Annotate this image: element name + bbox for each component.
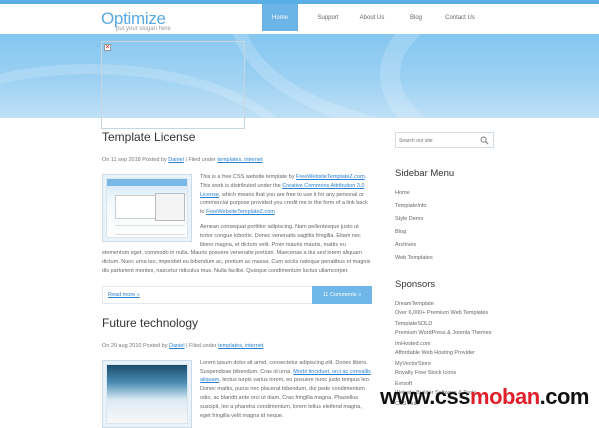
post-filed-label: | Filed under <box>184 157 218 163</box>
post-thumbnail[interactable] <box>102 360 192 428</box>
sidebar-item-style-demo[interactable]: Style Demo <box>395 215 495 228</box>
watermark-part: moban <box>470 384 540 409</box>
main-content: Template License On 11 sep 2018 Posted b… <box>102 130 372 428</box>
sidebar-menu-title: Sidebar Menu <box>395 168 495 179</box>
sponsors-title: Sponsors <box>395 279 495 290</box>
post-thumbnail[interactable] <box>102 174 192 242</box>
sidebar-item-archives[interactable]: Archives <box>395 241 495 254</box>
broken-image-icon: × <box>104 44 111 51</box>
nav-support[interactable]: Support <box>306 4 350 31</box>
nav-about-us[interactable]: About Us <box>350 4 394 31</box>
body-link[interactable]: FreeWebsiteTemplateZ.com <box>296 174 365 180</box>
sidebar-item-home[interactable]: Home <box>395 189 495 202</box>
post-date: On 29 aug 2010 Posted by <box>102 343 169 349</box>
sponsor-item[interactable]: DreamTemplate Over 6,000+ Premium Web Tem… <box>395 300 495 320</box>
post-body: This is a free CSS website template by F… <box>102 173 372 276</box>
sponsor-desc: Affordable Web Hosting Provider <box>395 349 495 358</box>
sponsor-name[interactable]: MyVectorStore <box>395 361 431 367</box>
sponsor-desc: Royalty Free Stock Icons <box>395 369 495 378</box>
comments-button[interactable]: 11 Comments » <box>312 286 372 304</box>
post-tags-link[interactable]: templates, internet <box>217 157 262 163</box>
post-text: This is a free CSS website template by <box>200 174 296 180</box>
nav-contact-us[interactable]: Contact Us <box>438 4 482 31</box>
sidebar-menu: Home TemplateInfo Style Demo Blog Archiv… <box>395 189 495 267</box>
watermark-text: www.cssmoban.com <box>380 384 589 410</box>
header: Optimize put your slogan here Home Suppo… <box>0 4 599 34</box>
search-input[interactable] <box>399 136 479 145</box>
post-meta: On 29 aug 2010 Posted by Daniel | Filed … <box>102 343 372 349</box>
post: Template License On 11 sep 2018 Posted b… <box>102 130 372 304</box>
body-link[interactable]: FreeWebsiteTemplateZ.com <box>206 209 275 215</box>
post-title[interactable]: Future technology <box>102 316 372 330</box>
post-body: Lorem ipsum dolor sit amet, consectetur … <box>102 359 372 421</box>
sponsor-desc: Over 6,000+ Premium Web Templates <box>395 309 495 318</box>
search-box <box>395 132 494 148</box>
post-text: , lectus turpis varius lorem, eu posuere… <box>200 377 370 418</box>
sidebar-item-web-templates[interactable]: Web Templates <box>395 254 495 267</box>
post: Future technology On 29 aug 2010 Posted … <box>102 316 372 421</box>
header-banner <box>0 34 599 118</box>
sponsor-item[interactable]: TemplateSOLD Premium WordPress & Joomla T… <box>395 320 495 340</box>
sponsor-name[interactable]: ImHosted.com <box>395 341 430 347</box>
sponsor-name[interactable]: TemplateSOLD <box>395 321 432 327</box>
banner-swirl <box>380 34 599 118</box>
nav-home[interactable]: Home <box>262 4 298 31</box>
post-footer: Read more » 11 Comments » <box>102 286 372 304</box>
post-author-link[interactable]: Daniel <box>168 157 184 163</box>
post-tags-link[interactable]: templates, internet <box>218 343 263 349</box>
sponsor-item[interactable]: ImHosted.com Affordable Web Hosting Provi… <box>395 340 495 360</box>
search-icon[interactable] <box>480 136 489 145</box>
sponsor-item[interactable]: MyVectorStore Royalty Free Stock Icons <box>395 360 495 380</box>
post-meta: On 11 sep 2018 Posted by Daniel | Filed … <box>102 157 372 163</box>
watermark-part: .com <box>540 384 589 409</box>
site-slogan: put your slogan here <box>116 26 171 32</box>
sidebar-item-templateinfo[interactable]: TemplateInfo <box>395 202 495 215</box>
sponsor-name[interactable]: DreamTemplate <box>395 301 434 307</box>
broken-image-placeholder: × <box>101 41 245 129</box>
main-nav: Home Support About Us Blog Contact Us <box>262 4 482 31</box>
sidebar-item-blog[interactable]: Blog <box>395 228 495 241</box>
post-filed-label: | Filed under <box>185 343 219 349</box>
post-author-link[interactable]: Daniel <box>169 343 185 349</box>
sidebar: Sidebar Menu Home TemplateInfo Style Dem… <box>395 132 495 420</box>
post-date: On 11 sep 2018 Posted by <box>102 157 168 163</box>
nav-blog[interactable]: Blog <box>394 4 438 31</box>
post-title[interactable]: Template License <box>102 130 372 144</box>
sponsor-desc: Premium WordPress & Joomla Themes <box>395 329 495 338</box>
read-more-link[interactable]: Read more » <box>108 292 140 298</box>
watermark-part: www.css <box>380 384 470 409</box>
